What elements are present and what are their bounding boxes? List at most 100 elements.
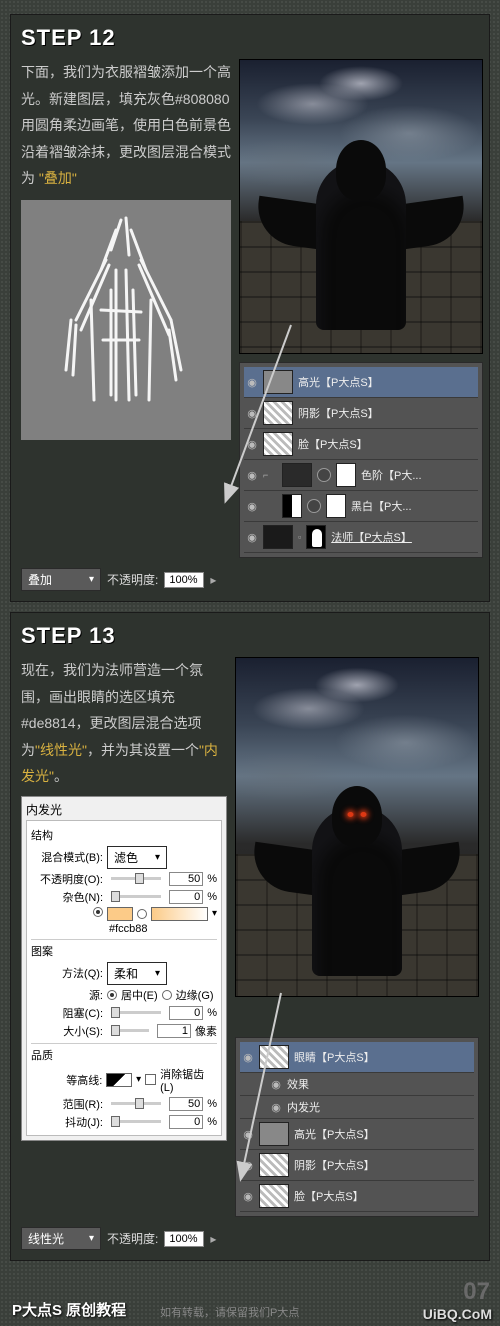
opacity-slider[interactable] (111, 877, 161, 880)
visibility-icon[interactable]: ◉ (242, 1190, 254, 1203)
visibility-icon[interactable]: ◉ (242, 1128, 254, 1141)
layer-thumb (263, 401, 293, 425)
step12-title: STEP 12 (21, 25, 479, 51)
blend-controls-12: 叠加 不透明度: 100% ▸ (21, 568, 479, 591)
visibility-icon[interactable]: ◉ (246, 376, 258, 389)
visibility-icon[interactable]: ◉ (270, 1101, 282, 1114)
contour-swatch[interactable] (106, 1073, 132, 1087)
layer-row[interactable]: ◉ ⌐ 色阶【P大... (244, 460, 478, 491)
layer-name: 高光【P大点S】 (294, 1126, 375, 1142)
layer-fx-row[interactable]: ◉ 效果 (240, 1073, 474, 1096)
layer-thumb (282, 494, 302, 518)
blend-label: 混合模式(B): (31, 849, 103, 865)
visibility-icon[interactable]: ◉ (270, 1078, 282, 1091)
layer-thumb (263, 370, 293, 394)
adjustment-icon (317, 468, 331, 482)
source-edge-radio[interactable] (162, 990, 172, 1000)
step13-text: 现在，我们为法师营造一个氛围，画出眼睛的选区填充#de8814，更改图层混合选项… (21, 657, 227, 790)
layer-row[interactable]: ◉ 脸【P大点S】 (244, 429, 478, 460)
size-label: 大小(S): (31, 1023, 103, 1039)
noise-label: 杂色(N): (31, 889, 103, 905)
layer-row[interactable]: ◉ 阴影【P大点S】 (240, 1150, 474, 1181)
opacity-label: 不透明度: (107, 571, 158, 588)
blend-mode-dropdown[interactable]: 线性光 (21, 1227, 101, 1250)
stepper-icon[interactable]: ▸ (210, 573, 216, 587)
color-swatch[interactable] (107, 907, 133, 921)
jitter-value[interactable]: 0 (169, 1115, 203, 1129)
jitter-slider[interactable] (111, 1120, 161, 1123)
opacity-value[interactable]: 50 (169, 872, 203, 886)
gradient-swatch[interactable] (151, 907, 208, 921)
layer-name: 高光【P大点S】 (298, 374, 379, 390)
visibility-icon[interactable]: ◉ (246, 531, 258, 544)
stepper-icon[interactable]: ▸ (210, 1232, 216, 1246)
blend-controls-13: 线性光 不透明度: 100% ▸ (21, 1227, 479, 1250)
choke-slider[interactable] (111, 1011, 161, 1014)
layer-thumb (263, 525, 293, 549)
layer-name: 法师【P大点S】 (331, 529, 412, 545)
source-label: 源: (31, 987, 103, 1003)
size-slider[interactable] (111, 1029, 149, 1032)
source-center-radio[interactable] (107, 990, 117, 1000)
layer-thumb (259, 1153, 289, 1177)
visibility-icon[interactable]: ◉ (246, 500, 258, 513)
layer-name: 阴影【P大点S】 (294, 1157, 375, 1173)
layer-thumb (282, 463, 312, 487)
visibility-icon[interactable]: ◉ (246, 469, 258, 482)
adjustment-icon (307, 499, 321, 513)
layer-thumb (259, 1184, 289, 1208)
source-edge-label: 边缘(G) (176, 987, 214, 1003)
group-structure: 结构 (31, 827, 217, 843)
range-value[interactable]: 50 (169, 1097, 203, 1111)
visibility-icon[interactable]: ◉ (246, 407, 258, 420)
group-quality: 品质 (31, 1047, 217, 1063)
color-hex: #fccb88 (109, 923, 148, 935)
dialog-title: 内发光 (26, 799, 222, 820)
layer-row[interactable]: ◉ ▫ 法师【P大点S】 (244, 522, 478, 553)
blend-dropdown[interactable]: 滤色 (107, 846, 167, 869)
antialias-label: 消除锯齿(L) (160, 1066, 217, 1094)
layer-row[interactable]: ◉ 脸【P大点S】 (240, 1181, 474, 1212)
opacity-value[interactable]: 100% (164, 1231, 204, 1247)
layer-thumb (259, 1122, 289, 1146)
layer-name: 脸【P大点S】 (294, 1188, 364, 1204)
layer-name: 眼睛【P大点S】 (294, 1049, 375, 1065)
visibility-icon[interactable]: ◉ (242, 1051, 254, 1064)
layer-row-highlight[interactable]: ◉ 高光【P大点S】 (244, 367, 478, 398)
visibility-icon[interactable]: ◉ (242, 1159, 254, 1172)
gradient-radio[interactable] (137, 909, 147, 919)
layer-mask (326, 494, 346, 518)
method-label: 方法(Q): (31, 965, 103, 981)
dropdown-icon[interactable]: ▾ (136, 1074, 141, 1085)
layer-row[interactable]: ◉ 阴影【P大点S】 (244, 398, 478, 429)
layer-fx-row[interactable]: ◉ 内发光 (240, 1096, 474, 1119)
layer-name: 脸【P大点S】 (298, 436, 368, 452)
blend-mode-dropdown[interactable]: 叠加 (21, 568, 101, 591)
color-radio[interactable] (93, 907, 103, 917)
step12-panel: STEP 12 下面，我们为衣服褶皱添加一个高光。新建图层，填充灰色#80808… (10, 14, 490, 602)
opacity-value[interactable]: 100% (164, 572, 204, 588)
choke-value[interactable]: 0 (169, 1006, 203, 1020)
noise-slider[interactable] (111, 895, 161, 898)
layer-mask (336, 463, 356, 487)
layer-row-eyes[interactable]: ◉ 眼睛【P大点S】 (240, 1042, 474, 1073)
method-dropdown[interactable]: 柔和 (107, 962, 167, 985)
opacity-label: 不透明度(O): (31, 871, 103, 887)
noise-value[interactable]: 0 (169, 890, 203, 904)
antialias-checkbox[interactable] (145, 1074, 156, 1085)
size-value[interactable]: 1 (157, 1024, 191, 1038)
dropdown-icon[interactable]: ▾ (212, 908, 217, 919)
visibility-icon[interactable]: ◉ (246, 438, 258, 451)
layer-row[interactable]: ◉ 黑白【P大... (244, 491, 478, 522)
layers-panel-13: ◉ 眼睛【P大点S】 ◉ 效果 ◉ 内发光 ◉ 高光【P大点S】 (235, 1037, 479, 1217)
group-pattern: 图案 (31, 943, 217, 959)
pct-label: % (207, 1116, 217, 1128)
layer-name: 黑白【P大... (351, 498, 412, 514)
layer-row[interactable]: ◉ 高光【P大点S】 (240, 1119, 474, 1150)
range-slider[interactable] (111, 1102, 161, 1105)
pct-label: % (207, 1098, 217, 1110)
page-number: 07 (463, 1278, 490, 1306)
pct-label: % (207, 891, 217, 903)
pct-label: % (207, 873, 217, 885)
scene-preview-12 (239, 59, 483, 354)
